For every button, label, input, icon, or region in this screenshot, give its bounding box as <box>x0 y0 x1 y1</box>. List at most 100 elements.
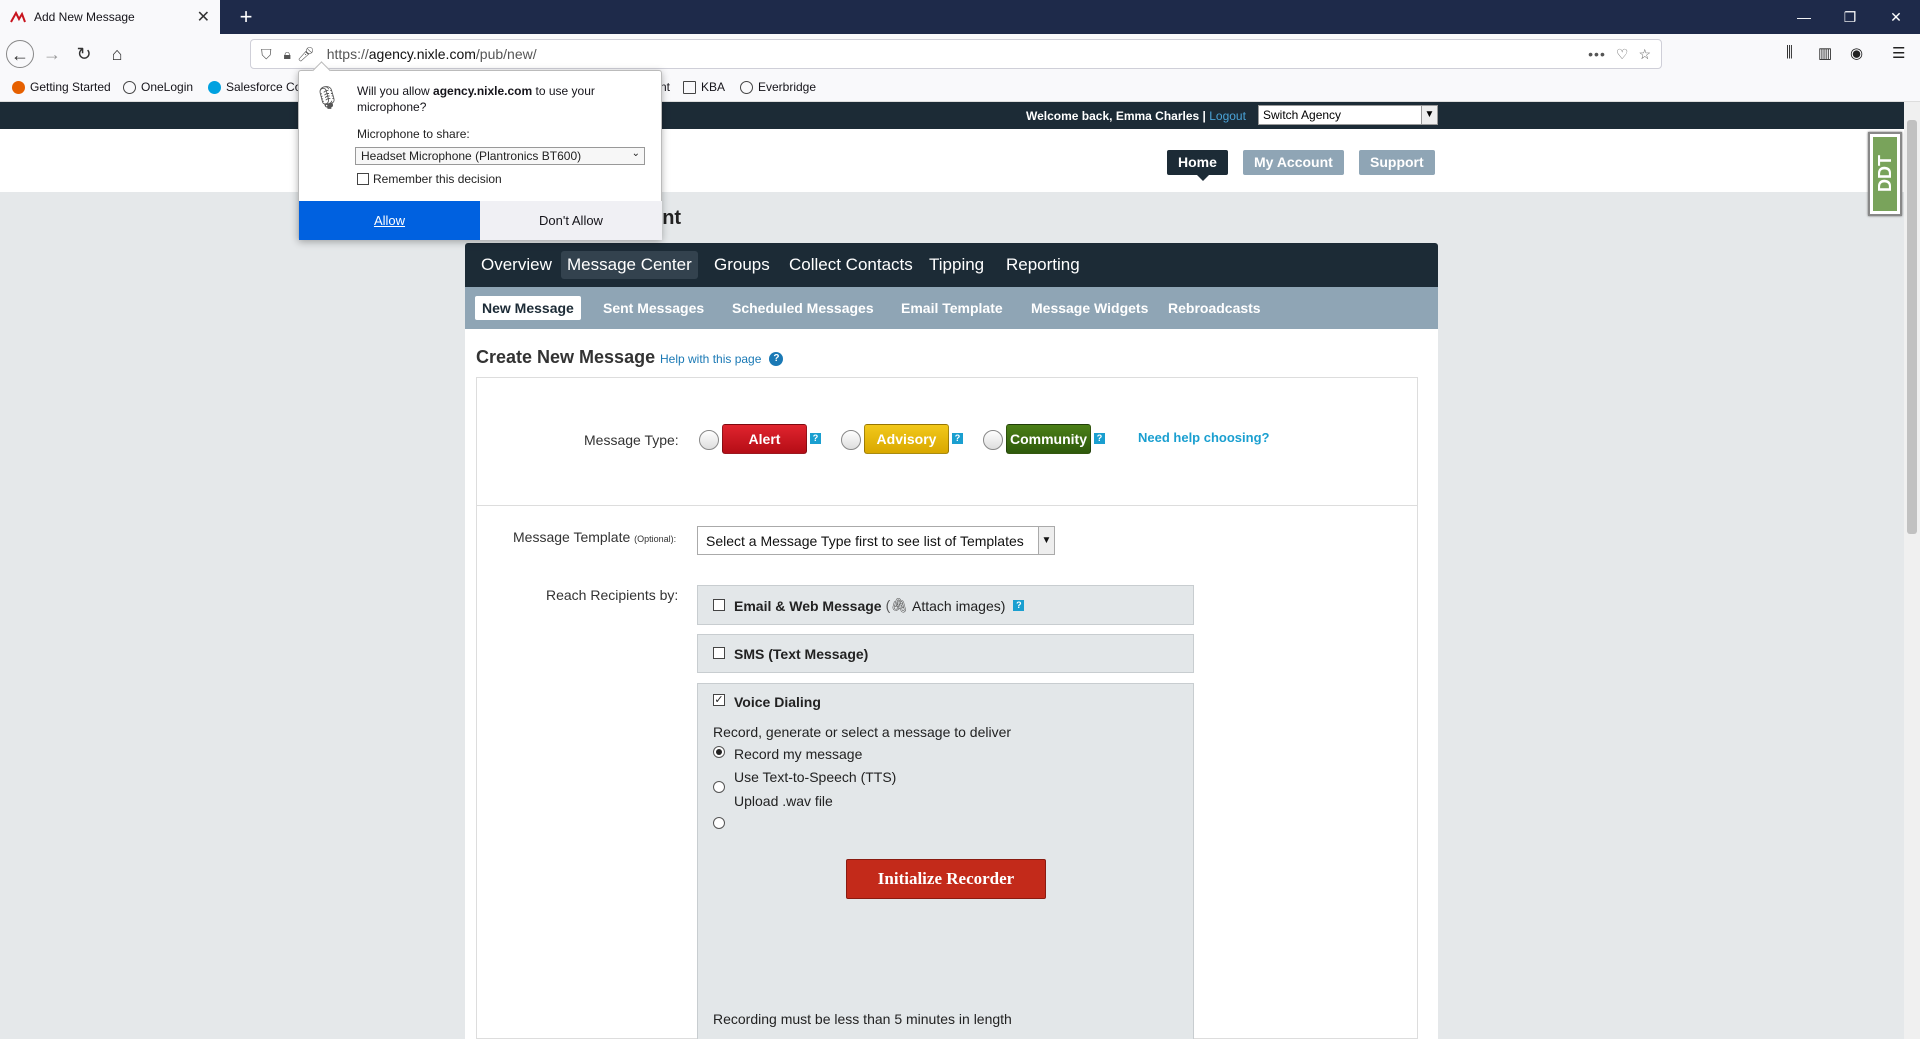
microphone-icon: 🎙︎ <box>313 85 341 110</box>
bookmark-kba[interactable]: KBA <box>683 80 725 94</box>
email-option-label: Email & Web Message (🖇︎ Attach images) ? <box>734 597 1025 614</box>
welcome-text: Welcome back, Emma Charles | Logout <box>1026 109 1246 123</box>
bookmark-salesforce[interactable]: Salesforce Co <box>208 80 301 94</box>
sms-checkbox[interactable] <box>713 647 725 659</box>
template-label-text: Message Template <box>513 529 631 545</box>
tab-groups[interactable]: Groups <box>708 251 776 279</box>
question-prefix: Will you allow <box>357 84 434 98</box>
library-icon[interactable]: ⫼ <box>1786 44 1793 61</box>
subtab-sent-messages[interactable]: Sent Messages <box>596 296 711 320</box>
forward-icon[interactable]: → <box>38 40 66 68</box>
switch-agency-select[interactable]: Switch Agency ▼ <box>1258 105 1438 125</box>
advisory-type-button[interactable]: Advisory <box>864 424 949 454</box>
site-top-bar: Welcome back, Emma Charles | Logout Swit… <box>0 102 1904 129</box>
microphone-device-select[interactable]: Headset Microphone (Plantronics BT600) ⌄ <box>355 147 645 165</box>
community-type-button[interactable]: Community <box>1006 424 1091 454</box>
page-actions-icon[interactable]: ••• <box>1588 46 1606 62</box>
bookmarks-bar: Getting Started OneLogin Salesforce Co n… <box>0 74 1920 102</box>
advisory-radio[interactable] <box>841 430 861 450</box>
community-radio[interactable] <box>983 430 1003 450</box>
paperclip-icon: (🖇︎ <box>885 597 909 613</box>
subtab-email-template[interactable]: Email Template <box>894 296 1010 320</box>
globe-icon <box>740 80 753 94</box>
back-icon[interactable]: ← <box>6 40 34 68</box>
tab-message-center[interactable]: Message Center <box>561 251 698 279</box>
new-tab-icon[interactable]: + <box>232 4 260 30</box>
template-optional-text: (Optional): <box>634 534 677 544</box>
lock-icon[interactable]: 🔒︎ <box>284 46 291 63</box>
subtab-rebroadcasts[interactable]: Rebroadcasts <box>1161 296 1268 320</box>
shield-icon[interactable]: ⛉ <box>261 46 272 63</box>
bookmark-star-icon[interactable]: ☆ <box>1638 46 1651 63</box>
bookmark-label: KBA <box>701 80 726 94</box>
bookmark-everbridge[interactable]: Everbridge <box>740 80 816 94</box>
help-link[interactable]: Help with this page? <box>660 352 784 366</box>
chevron-down-icon: ▼ <box>1038 527 1054 554</box>
menu-icon[interactable]: ☰ <box>1892 44 1905 62</box>
tts-radio[interactable] <box>713 781 725 793</box>
email-help-icon[interactable]: ? <box>1013 600 1025 611</box>
need-help-link[interactable]: Need help choosing? <box>1138 430 1269 445</box>
email-label: Email & Web Message <box>734 597 882 614</box>
message-type-label: Message Type: <box>584 432 679 448</box>
sidebar-icon[interactable]: ▥ <box>1818 44 1832 62</box>
minimize-icon[interactable]: — <box>1784 6 1824 28</box>
switch-agency-value: Switch Agency <box>1263 108 1342 122</box>
tts-label: Use Text-to-Speech (TTS) <box>734 769 897 785</box>
page-scrollbar[interactable] <box>1904 102 1920 1039</box>
home-icon[interactable]: ⌂ <box>103 40 131 68</box>
close-window-icon[interactable]: ✕ <box>1876 6 1916 28</box>
alert-type-button[interactable]: Alert <box>722 424 807 454</box>
tab-tipping[interactable]: Tipping <box>923 251 990 279</box>
subtab-message-widgets[interactable]: Message Widgets <box>1024 296 1155 320</box>
subtab-scheduled-messages[interactable]: Scheduled Messages <box>725 296 881 320</box>
pocket-icon[interactable]: ♡ <box>1616 46 1629 63</box>
tab-reporting[interactable]: Reporting <box>1000 251 1086 279</box>
upload-radio[interactable] <box>713 817 725 829</box>
email-option-box: Email & Web Message (🖇︎ Attach images) ? <box>697 585 1194 625</box>
ddt-widget[interactable]: DDT <box>1868 132 1902 216</box>
microphone-permission-popup: 🎙︎ Will you allow agency.nixle.com to us… <box>298 70 662 240</box>
allow-button[interactable]: Allow <box>299 201 480 240</box>
alert-radio[interactable] <box>699 430 719 450</box>
initialize-recorder-button[interactable]: Initialize Recorder <box>846 859 1046 899</box>
bookmark-label: Getting Started <box>30 80 111 94</box>
tab-overview[interactable]: Overview <box>475 251 558 279</box>
microphone-permission-icon[interactable]: 🎤︎ <box>297 46 315 63</box>
tab-title: Add New Message <box>34 10 135 24</box>
attach-images-link[interactable]: Attach images) <box>912 598 1005 614</box>
close-tab-icon[interactable]: ✕ <box>197 7 210 27</box>
dont-allow-button[interactable]: Don't Allow <box>480 201 662 240</box>
help-icon: ? <box>769 352 784 366</box>
advisory-help-icon[interactable]: ? <box>952 433 963 444</box>
remember-checkbox[interactable] <box>357 173 369 185</box>
url-bar[interactable]: ⛉ 🔒︎ 🎤︎ https://agency.nixle.com/pub/new… <box>250 39 1662 69</box>
question-host: agency.nixle.com <box>433 84 533 98</box>
my-account-button[interactable]: My Account <box>1243 150 1344 175</box>
support-button[interactable]: Support <box>1359 150 1435 175</box>
chevron-down-icon: ▼ <box>1421 106 1437 124</box>
browser-tab[interactable]: Add New Message ✕ <box>0 0 220 34</box>
main-nav: Overview Message Center Groups Collect C… <box>465 243 1438 287</box>
subtab-new-message[interactable]: New Message <box>475 296 581 320</box>
record-radio[interactable] <box>713 746 725 758</box>
email-checkbox[interactable] <box>713 599 725 611</box>
home-button[interactable]: Home <box>1167 150 1228 181</box>
globe-icon <box>123 80 136 94</box>
alert-help-icon[interactable]: ? <box>810 433 821 444</box>
scrollbar-thumb[interactable] <box>1907 120 1917 534</box>
device-value: Headset Microphone (Plantronics BT600) <box>361 149 582 163</box>
bookmark-onelogin[interactable]: OneLogin <box>123 80 193 94</box>
community-help-icon[interactable]: ? <box>1094 433 1105 444</box>
reload-icon[interactable]: ↻ <box>70 40 98 68</box>
message-template-select[interactable]: Select a Message Type first to see list … <box>697 526 1055 555</box>
remember-label: Remember this decision <box>373 172 502 186</box>
tab-collect-contacts[interactable]: Collect Contacts <box>783 251 919 279</box>
account-icon[interactable]: ◉ <box>1850 44 1863 62</box>
logout-link[interactable]: Logout <box>1209 109 1246 123</box>
bookmark-getting-started[interactable]: Getting Started <box>12 80 111 94</box>
voice-checkbox[interactable]: ✓ <box>713 694 725 706</box>
firefox-icon <box>12 80 25 94</box>
remember-decision[interactable]: Remember this decision <box>357 172 502 186</box>
restore-icon[interactable]: ❐ <box>1830 6 1870 28</box>
